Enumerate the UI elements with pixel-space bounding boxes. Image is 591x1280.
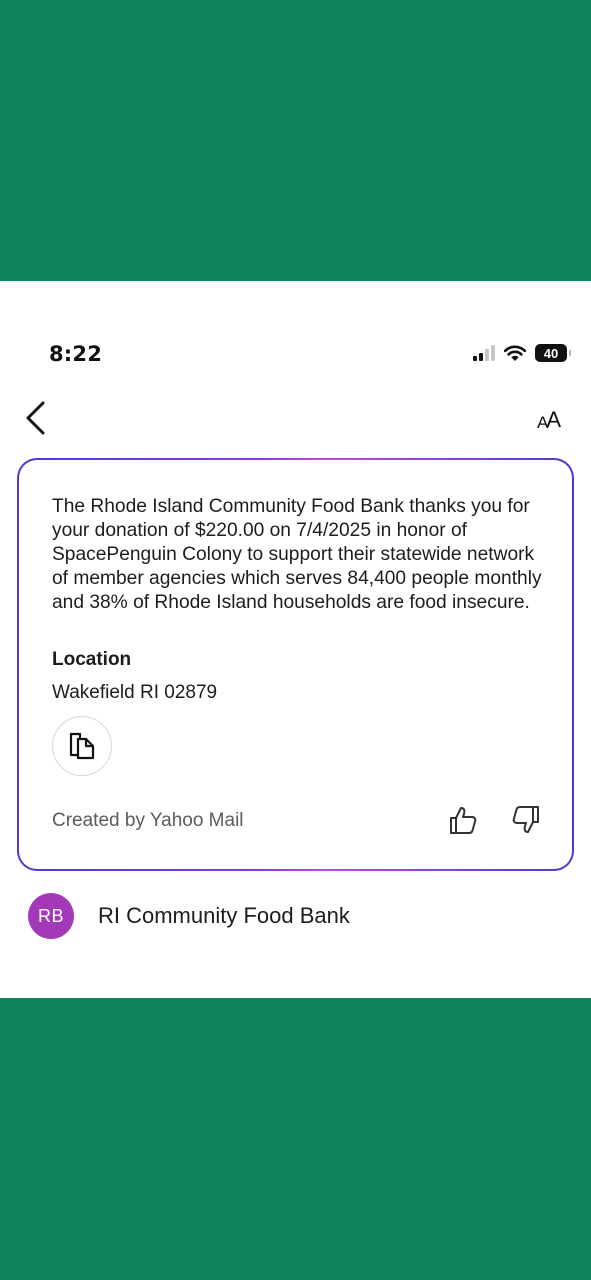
sender-name: RI Community Food Bank <box>98 903 350 928</box>
back-chevron-icon[interactable] <box>22 399 48 437</box>
thumbs-up-icon[interactable] <box>449 805 477 835</box>
sender-avatar: RB <box>28 893 74 939</box>
background-band-bottom <box>0 998 591 1280</box>
battery-icon: 40 <box>535 344 571 362</box>
battery-level: 40 <box>543 345 559 361</box>
status-icons: 40 <box>473 344 571 362</box>
location-value: Wakefield RI 02879 <box>52 682 218 703</box>
text-size-icon[interactable]: AA <box>537 407 561 433</box>
background-band-top <box>0 0 591 281</box>
sender-row[interactable]: RB RI Community Food Bank <box>28 893 350 939</box>
cellular-signal-icon <box>473 345 495 361</box>
ai-summary-card: The Rhode Island Community Food Bank tha… <box>17 458 574 871</box>
status-time: 8:22 <box>49 342 103 366</box>
phone-screen: 8:22 40 AA The Rhode Island Community Fo… <box>0 281 591 998</box>
created-by-label: Created by Yahoo Mail <box>52 810 244 831</box>
wifi-icon <box>503 345 527 361</box>
thumbs-down-icon[interactable] <box>512 805 540 835</box>
summary-text: The Rhode Island Community Food Bank tha… <box>52 496 542 613</box>
copy-button[interactable] <box>52 716 112 776</box>
location-label: Location <box>52 649 132 670</box>
copy-icon <box>69 732 95 760</box>
